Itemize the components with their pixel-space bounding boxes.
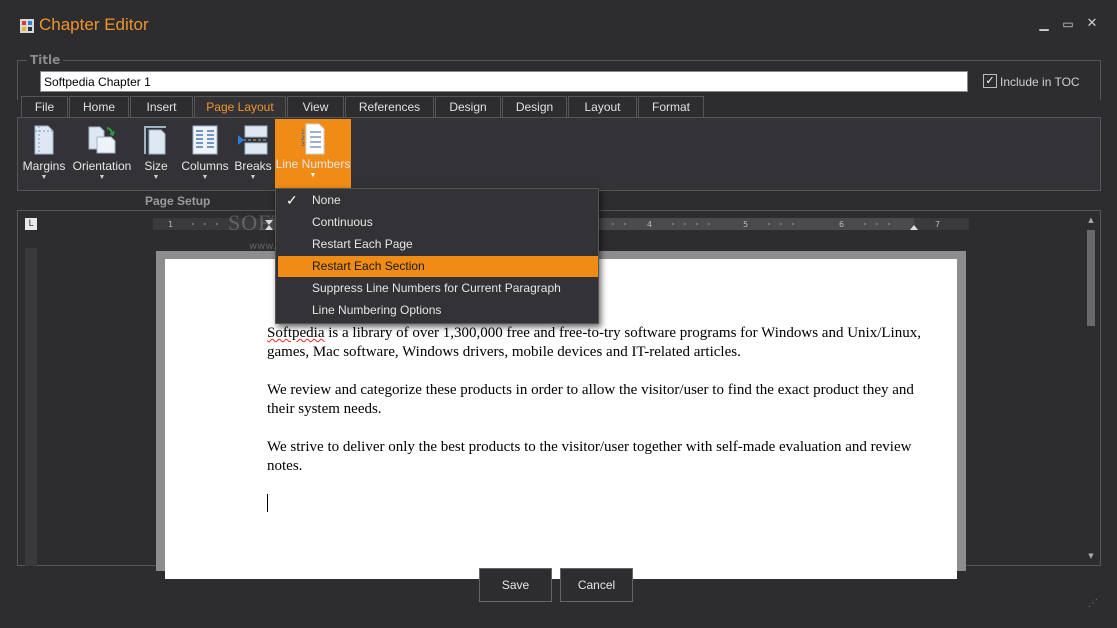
columns-button[interactable]: Columns ▼ [180, 121, 230, 187]
document-paragraph[interactable]: We review and categorize these products … [267, 381, 927, 419]
app-icon [20, 19, 34, 33]
menu-item-label: Restart Each Section [312, 259, 425, 273]
orientation-label: Orientation [72, 159, 132, 173]
cancel-button[interactable]: Cancel [560, 568, 633, 602]
breaks-icon [238, 125, 268, 155]
margins-button[interactable]: Margins ▼ [22, 121, 66, 187]
include-toc-label: Include in TOC [1000, 75, 1080, 89]
line-numbers-dropdown-icon: ▼ [309, 172, 317, 179]
tab-references[interactable]: References [345, 96, 434, 118]
tab-design-2[interactable]: Design [502, 96, 567, 118]
text-caret [267, 494, 268, 512]
title-input[interactable] [40, 71, 968, 92]
orientation-icon [88, 126, 116, 154]
breaks-dropdown-icon: ▼ [249, 174, 257, 181]
margins-label: Margins [22, 159, 66, 173]
window-title: Chapter Editor [39, 15, 149, 34]
menu-item-line-numbering-options[interactable]: Line Numbering Options [278, 300, 598, 321]
columns-dropdown-icon: ▼ [201, 174, 209, 181]
title-legend: Title [27, 53, 64, 67]
menu-item-label: Line Numbering Options [312, 303, 442, 317]
tab-layout[interactable]: Layout [568, 96, 637, 118]
ruler-number: 6 [839, 220, 844, 229]
ruler-number: 5 [743, 220, 748, 229]
margins-icon [34, 125, 54, 155]
scrollbar-thumb[interactable] [1087, 230, 1095, 326]
breaks-button[interactable]: Breaks ▼ [234, 121, 272, 187]
tab-home[interactable]: Home [69, 96, 129, 118]
menu-item-label: None [312, 193, 341, 207]
line-numbers-menu: ✓ None Continuous Restart Each Page Resta… [275, 188, 599, 324]
ribbon-tabs: File Home Insert Page Layout View Refere… [21, 96, 705, 118]
tab-file[interactable]: File [21, 96, 68, 118]
breaks-label: Breaks [234, 159, 272, 173]
misspelled-word[interactable]: Softpedia [267, 325, 325, 341]
menu-item-label: Continuous [312, 215, 373, 229]
columns-label: Columns [181, 159, 229, 173]
menu-item-none[interactable]: ✓ None [278, 190, 598, 211]
columns-icon [192, 125, 218, 155]
document-paragraph[interactable]: Softpedia is a library of over 1,300,000… [267, 324, 927, 362]
paragraph-text: is a library of over 1,300,000 free and … [267, 325, 921, 360]
menu-item-label: Suppress Line Numbers for Current Paragr… [312, 281, 561, 295]
checkmark-icon: ✓ [286, 192, 298, 208]
page-setup-group-label: Page Setup [145, 194, 211, 208]
margins-dropdown-icon: ▼ [40, 174, 48, 181]
minimize-icon[interactable]: ▁ [1036, 16, 1052, 32]
scroll-up-icon[interactable]: ▲ [1084, 216, 1098, 228]
tab-stop-selector[interactable]: L [25, 218, 37, 230]
close-icon[interactable]: ✕ [1084, 16, 1100, 32]
include-toc-checkbox[interactable]: ✓ [983, 74, 997, 88]
line-numbers-icon: 1 2 3 [301, 123, 325, 155]
vertical-ruler[interactable] [25, 248, 37, 566]
orientation-button[interactable]: Orientation ▼ [72, 121, 132, 187]
document-paragraph[interactable]: We strive to deliver only the best produ… [267, 438, 927, 476]
size-button[interactable]: Size ▼ [139, 121, 173, 187]
tab-insert[interactable]: Insert [130, 96, 193, 118]
menu-item-continuous[interactable]: Continuous [278, 212, 598, 233]
maximize-icon[interactable]: ▭ [1060, 16, 1076, 32]
tab-page-layout[interactable]: Page Layout [194, 96, 286, 118]
save-button[interactable]: Save [479, 568, 552, 602]
ruler-number: 7 [935, 220, 940, 229]
orientation-dropdown-icon: ▼ [98, 174, 106, 181]
menu-item-suppress-line-numbers[interactable]: Suppress Line Numbers for Current Paragr… [278, 278, 598, 299]
menu-item-restart-each-section[interactable]: Restart Each Section [278, 256, 598, 277]
title-bar [0, 0, 1117, 50]
tab-design[interactable]: Design [435, 96, 501, 118]
ruler-number: 1 [168, 220, 173, 229]
line-numbers-button[interactable]: 1 2 3 Line Numbers ▼ [275, 119, 351, 189]
scroll-down-icon[interactable]: ▼ [1084, 552, 1098, 564]
line-numbers-label: Line Numbers [275, 157, 351, 171]
menu-item-label: Restart Each Page [312, 237, 413, 251]
size-icon [144, 126, 166, 155]
size-dropdown-icon: ▼ [152, 174, 160, 181]
svg-text:3: 3 [301, 141, 305, 148]
resize-grip-icon[interactable]: ⋰ [1088, 598, 1098, 609]
tab-format[interactable]: Format [638, 96, 704, 118]
ruler-number: 4 [647, 220, 652, 229]
menu-item-restart-each-page[interactable]: Restart Each Page [278, 234, 598, 255]
tab-view[interactable]: View [287, 96, 344, 118]
size-label: Size [144, 159, 168, 173]
